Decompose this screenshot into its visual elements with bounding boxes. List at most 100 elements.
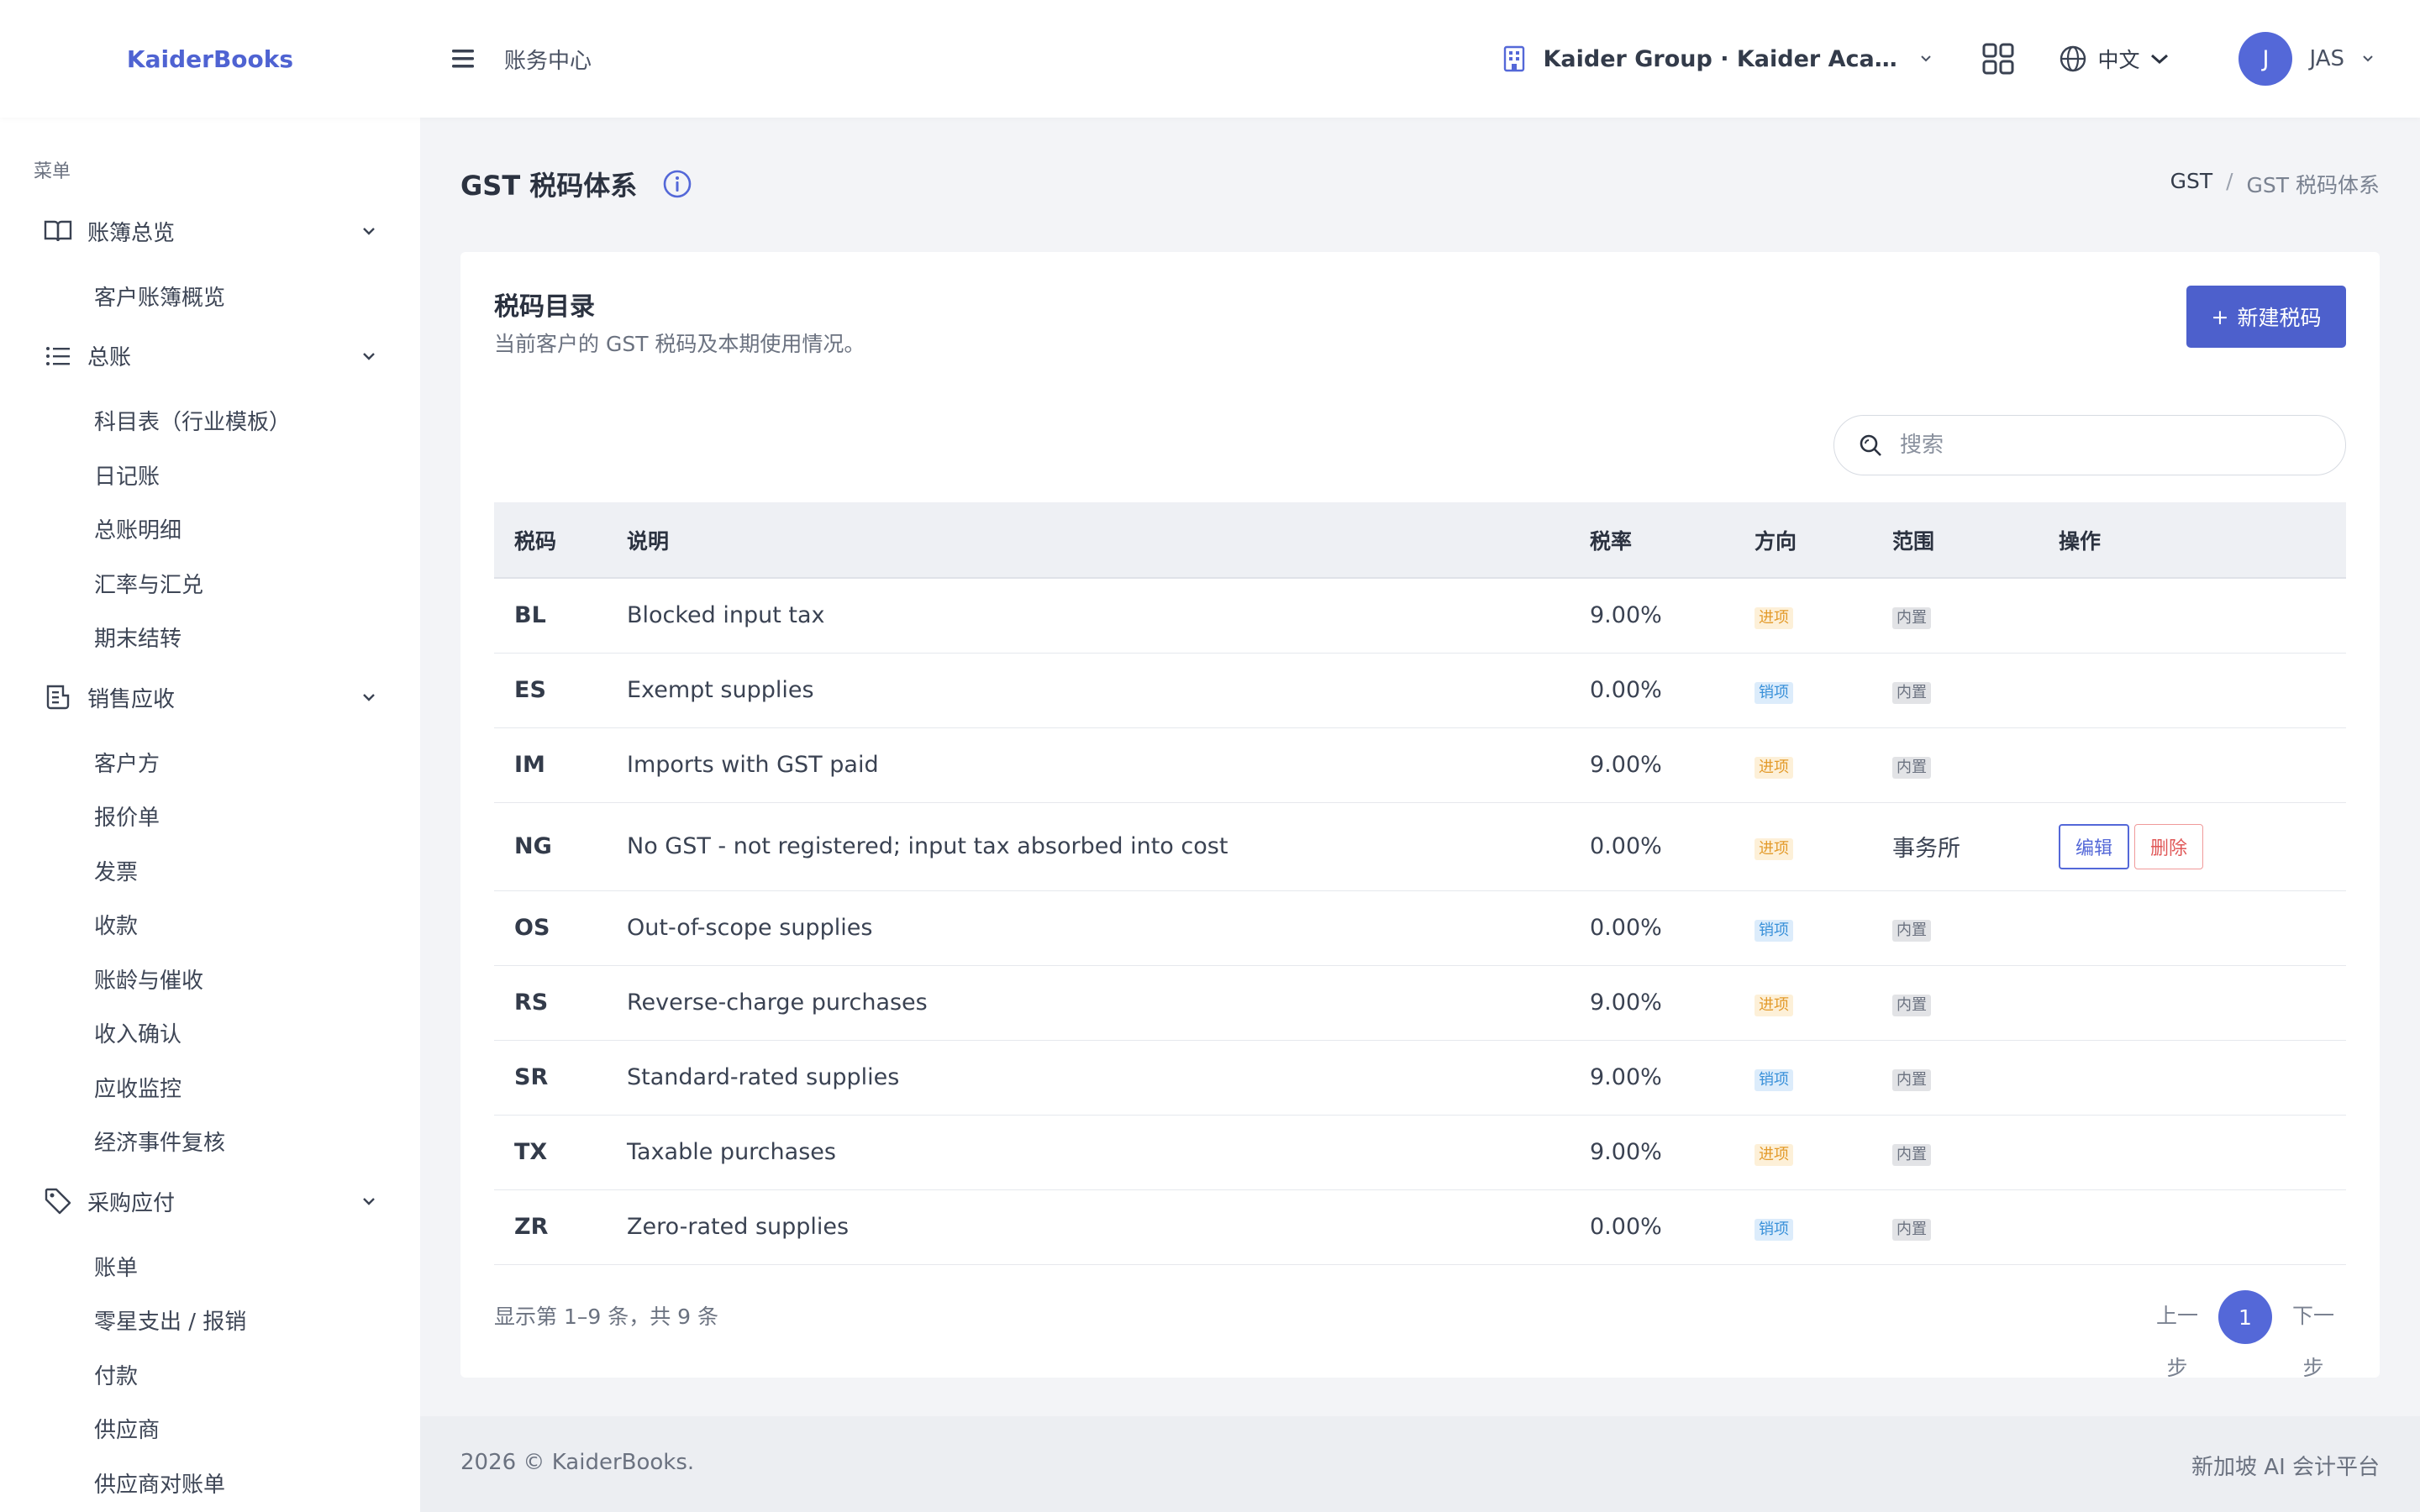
- edit-button[interactable]: 编辑: [2059, 823, 2130, 869]
- page-number-button[interactable]: 1: [2218, 1290, 2272, 1344]
- column-header-code[interactable]: 税码: [494, 502, 627, 579]
- chevron-down-icon: [2363, 55, 2373, 62]
- rate-cell: 0.00%: [1590, 1189, 1754, 1265]
- chevron-down-icon: [363, 352, 375, 360]
- column-header-description[interactable]: 说明: [627, 502, 1590, 579]
- direction-badge: 进项: [1754, 994, 1793, 1016]
- sidebar-item-journal[interactable]: 日记账: [0, 448, 420, 502]
- direction-badge: 销项: [1754, 681, 1793, 704]
- sidebar-group-label: 销售应收: [87, 686, 176, 712]
- table-row[interactable]: NG No GST - not registered; input tax ab…: [494, 802, 2346, 891]
- language-selector[interactable]: 中文: [2059, 44, 2170, 74]
- sidebar-group-ledger-overview[interactable]: 账簿总览: [0, 198, 420, 264]
- sidebar-item-fx[interactable]: 汇率与汇兑: [0, 556, 420, 611]
- user-menu[interactable]: J JAS: [2238, 32, 2375, 86]
- sidebar-group-sales-ar[interactable]: 销售应收: [0, 664, 420, 730]
- rate-cell: 9.00%: [1590, 1115, 1754, 1190]
- grid-icon: [1982, 43, 2014, 75]
- table-row[interactable]: RS Reverse-charge purchases 9.00% 进项 内置: [494, 965, 2346, 1041]
- new-tax-code-button[interactable]: + 新建税码: [2186, 286, 2346, 348]
- scope-badge: 内置: [1892, 1218, 1931, 1241]
- breadcrumb-current: GST 税码体系: [2246, 173, 2380, 197]
- table-row[interactable]: BL Blocked input tax 9.00% 进项 内置: [494, 578, 2346, 654]
- tax-code-cell: SR: [494, 1040, 627, 1116]
- sidebar-group-general-ledger[interactable]: 总账: [0, 323, 420, 389]
- sidebar-item-suppliers[interactable]: 供应商: [0, 1402, 420, 1457]
- brand-logo[interactable]: KaiderBooks: [0, 45, 420, 73]
- table-row[interactable]: ES Exempt supplies 0.00% 销项 内置: [494, 653, 2346, 728]
- scope-cell: 内置: [1892, 727, 2059, 803]
- sidebar-item-payments[interactable]: 付款: [0, 1347, 420, 1402]
- sidebar-item-invoices[interactable]: 发票: [0, 843, 420, 898]
- tax-code-cell: IM: [494, 727, 627, 803]
- org-switcher[interactable]: Kaider Group · Kaider Academy ...: [1501, 45, 1933, 73]
- sidebar-item-revenue-recognition[interactable]: 收入确认: [0, 1006, 420, 1061]
- table-row[interactable]: TX Taxable purchases 9.00% 进项 内置: [494, 1115, 2346, 1190]
- footer: 2026 © KaiderBooks. 新加坡 AI 会计平台: [420, 1416, 2420, 1512]
- sidebar-item-ar-monitor[interactable]: 应收监控: [0, 1060, 420, 1115]
- search-box[interactable]: [1833, 415, 2346, 475]
- menu-toggle-button[interactable]: [447, 43, 479, 75]
- next-page-button[interactable]: 下一步: [2291, 1290, 2336, 1394]
- delete-button[interactable]: 删除: [2134, 823, 2204, 869]
- description-cell: Out-of-scope supplies: [627, 890, 1590, 966]
- tax-code-cell: NG: [494, 802, 627, 891]
- description-cell: Zero-rated supplies: [627, 1189, 1590, 1265]
- header-section-title: 账务中心: [504, 48, 592, 74]
- info-icon[interactable]: [662, 169, 692, 199]
- breadcrumb: GST / GST 税码体系: [2170, 169, 2380, 199]
- building-icon: [1504, 45, 1525, 72]
- direction-badge: 销项: [1754, 1068, 1793, 1091]
- scope-cell: 事务所: [1892, 802, 2059, 891]
- chevron-down-icon: [1921, 55, 1932, 62]
- receipt-icon: [42, 681, 74, 713]
- sidebar-item-bills[interactable]: 账单: [0, 1239, 420, 1294]
- sidebar-item-event-review[interactable]: 经济事件复核: [0, 1115, 420, 1169]
- apps-button[interactable]: [1980, 40, 2017, 77]
- sidebar-item-chart-of-accounts[interactable]: 科目表（行业模板）: [0, 394, 420, 449]
- scope-badge: 内置: [1892, 994, 1931, 1016]
- tax-code-cell: OS: [494, 890, 627, 966]
- new-tax-code-label: 新建税码: [2237, 306, 2322, 330]
- sidebar-item-period-close[interactable]: 期末结转: [0, 611, 420, 665]
- sidebar-group-purchases-ap[interactable]: 采购应付: [0, 1168, 420, 1234]
- column-header-rate[interactable]: 税率: [1590, 502, 1754, 579]
- tax-code-table: 税码 说明 税率 方向 范围 操作 BL Blocked input tax 9…: [494, 502, 2346, 1265]
- scope-badge: 内置: [1892, 919, 1931, 942]
- footer-tagline: 新加坡 AI 会计平台: [2191, 1455, 2380, 1480]
- column-header-direction[interactable]: 方向: [1754, 502, 1892, 579]
- sidebar-item-gl-detail[interactable]: 总账明细: [0, 502, 420, 557]
- table-row[interactable]: IM Imports with GST paid 9.00% 进项 内置: [494, 727, 2346, 803]
- scope-cell: 内置: [1892, 578, 2059, 654]
- table-row[interactable]: OS Out-of-scope supplies 0.00% 销项 内置: [494, 890, 2346, 966]
- tax-code-cell: ES: [494, 653, 627, 728]
- scope-cell: 内置: [1892, 890, 2059, 966]
- sidebar-item-expenses[interactable]: 零星支出 / 报销: [0, 1294, 420, 1348]
- menu-title: 菜单: [34, 161, 71, 182]
- sidebar-item-aging[interactable]: 账龄与催收: [0, 952, 420, 1006]
- card-subtitle: 当前客户的 GST 税码及本期使用情况。: [494, 332, 865, 356]
- table-row[interactable]: SR Standard-rated supplies 9.00% 销项 内置: [494, 1040, 2346, 1116]
- breadcrumb-item[interactable]: GST: [2170, 169, 2213, 199]
- table-row[interactable]: ZR Zero-rated supplies 0.00% 销项 内置: [494, 1189, 2346, 1265]
- sidebar: 菜单 账簿总览 客户账簿概览 总账 科目表（行业模板） 日记账 总账明细 汇率与…: [0, 118, 420, 1512]
- sidebar-item-supplier-statements[interactable]: 供应商对账单: [0, 1456, 420, 1510]
- column-header-scope[interactable]: 范围: [1892, 502, 2059, 579]
- language-label: 中文: [2097, 48, 2140, 72]
- scope-badge: 内置: [1892, 681, 1931, 704]
- search-input[interactable]: [1900, 433, 2320, 458]
- sidebar-item-quotes[interactable]: 报价单: [0, 790, 420, 844]
- direction-cell: 销项: [1754, 1189, 1892, 1265]
- sidebar-item-client-ledger-overview[interactable]: 客户账簿概览: [0, 269, 420, 323]
- prev-page-button[interactable]: 上一步: [2154, 1290, 2200, 1394]
- sidebar-item-receipts[interactable]: 收款: [0, 898, 420, 953]
- scope-cell: 内置: [1892, 653, 2059, 728]
- description-cell: Exempt supplies: [627, 653, 1590, 728]
- description-cell: Standard-rated supplies: [627, 1040, 1590, 1116]
- page-title: GST 税码体系: [460, 170, 638, 202]
- direction-badge: 进项: [1754, 756, 1793, 779]
- sidebar-item-customers[interactable]: 客户方: [0, 735, 420, 790]
- rate-cell: 9.00%: [1590, 1040, 1754, 1116]
- actions-cell: [2059, 578, 2346, 654]
- scope-badge: 内置: [1892, 606, 1931, 629]
